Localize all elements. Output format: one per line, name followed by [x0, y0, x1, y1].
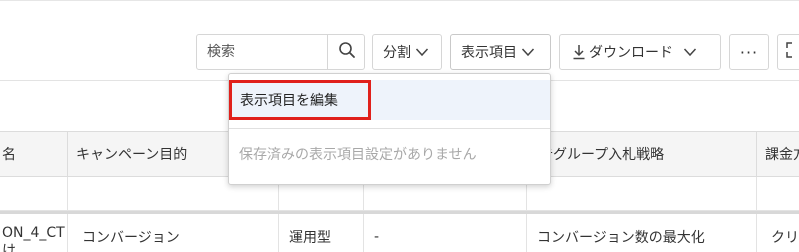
columns-label: 表示項目	[461, 45, 517, 61]
cell-billing: クリ	[771, 229, 799, 246]
split-label: 分割	[383, 45, 411, 61]
cell-name-line2: け	[2, 243, 16, 252]
filter-cell	[0, 177, 68, 210]
cell-empty: -	[364, 214, 527, 252]
filter-cell	[527, 177, 757, 210]
column-header-bid-strategy[interactable]: 告グループ入札戦略	[527, 132, 757, 176]
cell-bid-strategy: コンバージョン数の最大化	[527, 214, 757, 252]
search-icon	[338, 41, 356, 63]
menu-divider	[229, 128, 550, 129]
top-divider	[0, 0, 799, 1]
cell-name-line1: ON_4_CT	[2, 225, 65, 241]
split-button[interactable]: 分割	[372, 34, 442, 70]
expand-icon	[786, 42, 799, 62]
cell-objective: コンバージョン	[68, 214, 279, 252]
toolbar: 分割 表示項目 ダウンロード ···	[0, 34, 799, 70]
expand-button[interactable]	[777, 34, 799, 70]
download-label: ダウンロード	[589, 45, 673, 61]
column-header-billing[interactable]: 課金方	[757, 132, 799, 176]
search-input[interactable]	[197, 35, 327, 69]
download-icon	[572, 44, 586, 60]
table-row[interactable]: ON_4_CT け コンバージョン 運用型 - コンバージョン数の最大化 クリ	[0, 214, 799, 252]
more-button[interactable]: ···	[729, 34, 769, 70]
cell-type: 運用型	[279, 214, 364, 252]
chevron-down-icon	[683, 47, 697, 57]
no-saved-columns-text: 保存済みの表示項目設定がありません	[239, 147, 477, 163]
chevron-down-icon	[415, 47, 429, 57]
chevron-down-icon	[521, 47, 535, 57]
column-header-name[interactable]: 名	[0, 132, 68, 176]
search-button[interactable]	[327, 35, 365, 69]
cell-name: ON_4_CT け	[0, 214, 68, 252]
search-box	[196, 34, 365, 70]
download-button[interactable]: ダウンロード	[559, 34, 721, 70]
more-label: ···	[739, 42, 759, 62]
edit-columns-menu-item[interactable]: 表示項目を編集	[229, 80, 371, 120]
page: 分割 表示項目 ダウンロード ··· 名 キャンペーン目的 告グループ入札戦略 …	[0, 0, 799, 252]
columns-button[interactable]: 表示項目	[450, 34, 551, 70]
menu-item-row: 表示項目を編集	[229, 80, 550, 120]
columns-dropdown-menu: 表示項目を編集 保存済みの表示項目設定がありません	[228, 73, 551, 185]
